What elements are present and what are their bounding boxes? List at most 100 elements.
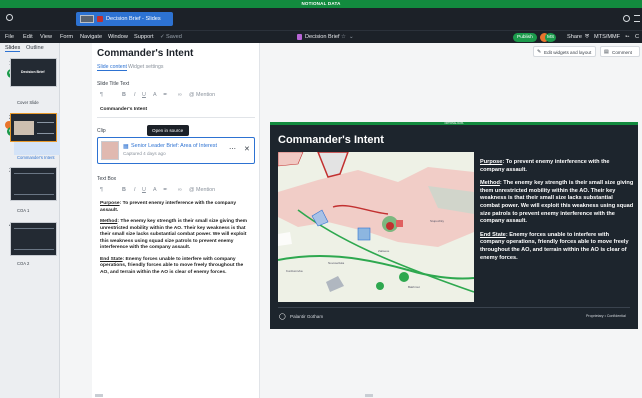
- clip-card[interactable]: ▦ Senior Leader Brief: Area of Interest …: [97, 137, 255, 164]
- more-icon[interactable]: C: [635, 34, 639, 40]
- tooltip-text: Open in source: [152, 128, 184, 133]
- map-widget[interactable]: Novoselivka Stupochky Kurdiumivka Zaitse…: [278, 152, 474, 302]
- slide-title: Commander's Intent: [278, 134, 384, 146]
- saved-check-icon: ✓: [160, 34, 165, 40]
- end-state-paragraph: End State: Enemy forces unable to interf…: [100, 257, 252, 277]
- slide-preview[interactable]: NOTIONAL DATA Commander's Intent Novosel…: [270, 122, 638, 329]
- menu-file[interactable]: File: [5, 34, 14, 40]
- browser-tab[interactable]: Decision Brief - Slides: [76, 12, 173, 26]
- menu-window[interactable]: Window: [108, 34, 128, 40]
- link-icon[interactable]: ∞: [178, 187, 182, 193]
- menu-view[interactable]: View: [40, 34, 52, 40]
- map-label-kurdiumivka: Kurdiumivka: [286, 269, 303, 273]
- star-icon[interactable]: ☆: [341, 34, 346, 40]
- thumb-map-icon: [14, 121, 34, 135]
- scroll-handle-left[interactable]: [95, 394, 103, 397]
- link-icon[interactable]: ∞: [178, 92, 182, 98]
- purpose-heading: Purpose: [100, 201, 120, 206]
- slide-title-value: Commander's Intent: [100, 107, 148, 112]
- clip-thumbnail: [101, 141, 119, 160]
- slide-label: Cover Slide: [17, 100, 39, 105]
- clip-subtitle: Captured 4 days ago: [123, 151, 166, 156]
- comment-label: Comment: [612, 50, 632, 55]
- italic-icon[interactable]: I: [134, 92, 136, 98]
- app-badge-icon: [97, 16, 103, 22]
- method-heading: Method: [100, 219, 118, 224]
- map-label-bakhmut: Bakhmut: [408, 285, 420, 289]
- slide-end-state-heading: End State: [480, 231, 506, 238]
- formatting-toolbar: ¶ B I U A ✒ ∞ @ Mention: [97, 92, 255, 101]
- italic-icon[interactable]: I: [134, 187, 136, 193]
- text-box-field[interactable]: Purpose: To prevent enemy interference w…: [97, 199, 255, 327]
- formatting-toolbar: ¶ B I U A ✒ ∞ @ Mention: [97, 187, 255, 196]
- scroll-handle-right[interactable]: [365, 394, 373, 397]
- highlight-icon[interactable]: ✒: [163, 187, 168, 193]
- slide-title-field[interactable]: Commander's Intent: [97, 105, 255, 118]
- map-label-novoselivka: Novoselivka: [328, 261, 345, 265]
- slide-title-label: Slide Title Text: [97, 81, 130, 87]
- chevron-down-icon[interactable]: ⌄: [349, 34, 354, 40]
- pencil-icon: ✎: [537, 49, 542, 55]
- menu-form[interactable]: Form: [60, 34, 73, 40]
- saved-status: Saved: [166, 34, 182, 40]
- at-icon[interactable]: @: [189, 92, 194, 98]
- menu-bar: File Edit View Form Navigate Window Supp…: [0, 30, 642, 43]
- slide-thumbnail-coa1[interactable]: [10, 167, 57, 201]
- slide-thumbnail-intent[interactable]: [10, 113, 57, 142]
- text-color-icon[interactable]: A: [153, 187, 157, 193]
- search-icon[interactable]: [6, 14, 13, 21]
- tab-slide-content[interactable]: Slide content: [97, 64, 127, 71]
- slide-footer-right: Proprietary • Confidential: [586, 314, 626, 318]
- slide-thumbnail-cover[interactable]: Decision Brief: [10, 58, 57, 87]
- pin-icon[interactable]: ➵: [625, 34, 630, 40]
- editor-title: Commander's Intent: [97, 48, 194, 59]
- text-box-label: Text Box: [97, 176, 117, 182]
- document-title[interactable]: Decision Brief: [305, 34, 340, 40]
- publish-button[interactable]: Publish: [513, 33, 537, 42]
- tooltip: Open in source: [147, 125, 189, 136]
- footer-divider: [278, 307, 630, 308]
- slide-footer-left: Palantir Gotham: [290, 314, 324, 319]
- doc-icon: [297, 34, 302, 40]
- paragraph-icon[interactable]: ¶: [100, 92, 103, 98]
- thumb-text-lines: [37, 122, 54, 134]
- paragraph-icon[interactable]: ¶: [100, 187, 103, 193]
- comment-button[interactable]: ▤ Comment: [600, 46, 640, 57]
- comment-icon: ▤: [604, 49, 609, 55]
- more-options-icon[interactable]: ⋯: [229, 145, 236, 153]
- edit-widgets-button[interactable]: ✎ Edit widgets and layout: [533, 46, 596, 57]
- mention-button[interactable]: Mention: [196, 92, 215, 98]
- bold-icon[interactable]: B: [122, 92, 126, 98]
- menu-support[interactable]: Support: [134, 34, 154, 40]
- slide-purpose-heading: Purpose: [480, 159, 503, 165]
- clip-title[interactable]: Senior Leader Brief: Area of Interest: [131, 143, 217, 149]
- tab-outline[interactable]: Outline: [26, 45, 44, 51]
- underline-icon[interactable]: U: [142, 92, 146, 98]
- menu-navigate[interactable]: Navigate: [80, 34, 102, 40]
- underline-icon[interactable]: U: [142, 187, 146, 193]
- slides-panel: Slides Outline 1 MS Decision Brief Cover…: [0, 43, 60, 398]
- slide-thumbnail-coa2[interactable]: [10, 222, 57, 256]
- close-icon[interactable]: ✕: [244, 145, 250, 153]
- menu-icon[interactable]: [634, 15, 640, 22]
- slide-purpose: Purpose: To prevent enemy interference w…: [480, 159, 634, 174]
- classification-dropdown[interactable]: MTS/MMF: [594, 34, 620, 40]
- menu-edit[interactable]: Edit: [23, 34, 33, 40]
- purpose-text: : To prevent enemy interference with the…: [100, 201, 237, 213]
- tab-thumbnail-icon: [80, 15, 94, 23]
- avatar[interactable]: MS: [545, 33, 557, 42]
- text-color-icon[interactable]: A: [153, 92, 157, 98]
- slide-label: COA 1: [17, 208, 30, 213]
- at-icon[interactable]: @: [189, 187, 194, 193]
- slide-label: Commander's Intent: [17, 155, 55, 160]
- tab-slides[interactable]: Slides: [5, 45, 21, 52]
- share-button[interactable]: Share: [567, 34, 582, 40]
- shield-icon: ⛨: [585, 34, 590, 40]
- top-bar: Decision Brief - Slides: [0, 8, 642, 30]
- mention-button[interactable]: Mention: [196, 187, 215, 193]
- classification-banner: NOTIONAL DATA: [0, 0, 642, 8]
- highlight-icon[interactable]: ✒: [163, 92, 168, 98]
- clock-icon[interactable]: [623, 15, 630, 22]
- tab-widget-settings[interactable]: Widget settings: [128, 64, 163, 70]
- bold-icon[interactable]: B: [122, 187, 126, 193]
